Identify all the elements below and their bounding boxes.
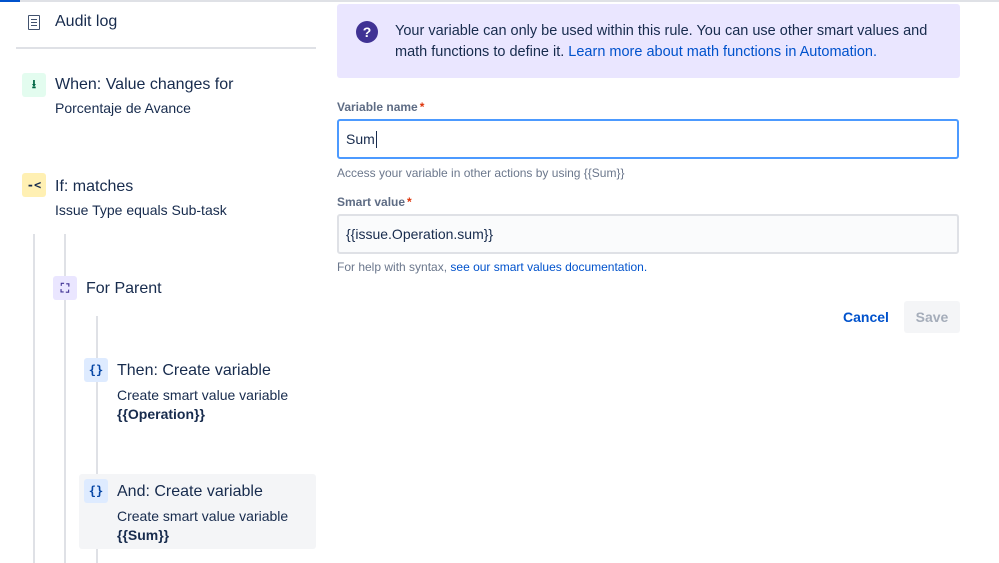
curly-braces-icon: {}: [84, 358, 108, 382]
smart-value-label: Smart value *: [337, 195, 412, 209]
trigger-detail: Porcentaje de Avance: [55, 100, 191, 116]
required-mark: *: [407, 195, 412, 209]
text-caret: [375, 130, 377, 148]
action-detail: Create smart value variable: [117, 508, 289, 524]
required-mark: *: [419, 100, 425, 114]
divider: [16, 47, 316, 49]
smart-value-value: {{issue.Operation.sum}}: [346, 226, 494, 242]
smart-value-label-text: Smart value: [337, 195, 406, 209]
audit-log-link[interactable]: Audit log: [28, 10, 117, 34]
info-panel: ? Your variable can only be used within …: [337, 4, 960, 78]
info-message: Your variable can only be used within th…: [395, 21, 945, 63]
smart-value-input[interactable]: {{issue.Operation.sum}}: [337, 214, 959, 254]
curly-braces-icon: {}: [84, 479, 108, 503]
action-variable-name: {{Operation}}: [117, 406, 205, 422]
hierarchy-icon: ⛶: [53, 276, 77, 300]
question-icon: ?: [356, 21, 378, 43]
action-detail: Create smart value variable: [117, 387, 289, 403]
variable-name-value: Sum: [346, 131, 375, 147]
smart-values-docs-link[interactable]: see our smart values documentation.: [450, 260, 647, 274]
rule-connector: [33, 234, 35, 563]
condition-title: If: matches: [55, 178, 134, 195]
value-change-icon: ⭳: [22, 73, 46, 97]
trigger-title: When: Value changes for: [55, 76, 234, 93]
cancel-button[interactable]: Cancel: [836, 301, 896, 333]
audit-log-label: Audit log: [55, 13, 118, 30]
branch-condition-icon: -<: [22, 173, 46, 197]
math-functions-link[interactable]: Learn more about math functions in Autom…: [568, 44, 877, 60]
smart-value-help-text: For help with syntax,: [337, 260, 451, 274]
action-title: And: Create variable: [117, 483, 263, 500]
variable-name-label-text: Variable name: [337, 100, 418, 114]
action-variable-name: {{Sum}}: [117, 527, 170, 543]
condition-detail: Issue Type equals Sub-task: [55, 202, 227, 218]
action-title: Then: Create variable: [117, 362, 271, 379]
branch-title: For Parent: [86, 280, 162, 297]
variable-name-label: Variable name *: [337, 100, 424, 114]
rule-sidebar: Audit log ⭳ When: Value changes for Porc…: [0, 0, 330, 563]
save-button[interactable]: Save: [904, 301, 960, 333]
variable-name-help: Access your variable in other actions by…: [337, 166, 625, 180]
smart-value-help: For help with syntax, see our smart valu…: [337, 260, 647, 274]
document-icon: [28, 14, 40, 30]
variable-name-input[interactable]: Sum: [337, 119, 959, 159]
